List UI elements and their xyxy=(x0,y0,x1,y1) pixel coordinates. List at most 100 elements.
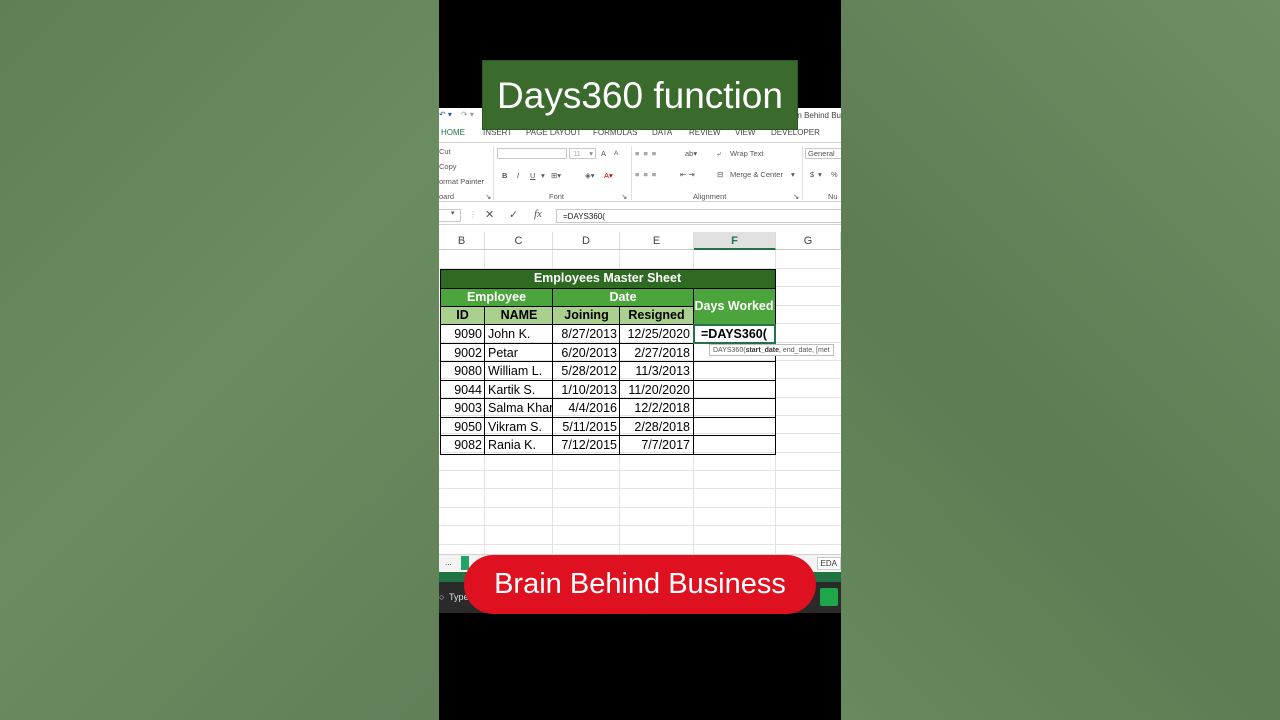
date-group-cell[interactable]: Date xyxy=(553,288,693,306)
number-group-label: Nu xyxy=(828,192,838,201)
name-header-cell[interactable]: NAME xyxy=(485,306,553,324)
column-header-g[interactable]: G xyxy=(776,232,841,250)
clipboard-group-label: oard xyxy=(439,192,455,201)
formula-bar: ▾ ⋮ ✕ ✓ fx =DAYS360( xyxy=(439,207,841,225)
resigned-cell[interactable]: 7/7/2017 xyxy=(620,436,693,454)
redo-icon[interactable]: ↷ ▾ xyxy=(461,110,474,119)
enter-icon[interactable]: ✓ xyxy=(509,208,518,221)
name-cell[interactable]: Salma Khan xyxy=(485,399,553,417)
font-color-icon[interactable]: A▾ xyxy=(604,171,613,180)
sheet-title-cell[interactable]: Employees Master Sheet xyxy=(440,269,775,288)
id-cell[interactable]: 9044 xyxy=(440,381,485,399)
name-cell[interactable]: Kartik S. xyxy=(485,381,553,399)
id-cell[interactable]: 9082 xyxy=(440,436,485,454)
font-launcher-icon[interactable]: ↘ xyxy=(621,192,627,201)
formula-bar-grip-icon: ⋮ xyxy=(469,210,477,219)
cancel-icon[interactable]: ✕ xyxy=(485,208,494,221)
id-cell[interactable]: 9003 xyxy=(440,399,485,417)
joining-cell[interactable]: 5/11/2015 xyxy=(553,418,620,436)
clipboard-launcher-icon[interactable]: ↘ xyxy=(485,192,491,201)
underline-button[interactable]: U xyxy=(530,171,535,180)
joining-cell[interactable]: 5/28/2012 xyxy=(553,362,620,380)
joining-cell[interactable]: 8/27/2013 xyxy=(553,325,620,343)
joining-cell[interactable]: 1/10/2013 xyxy=(553,381,620,399)
undo-icon[interactable]: ↶ ▾ xyxy=(439,110,452,119)
name-cell[interactable]: Rania K. xyxy=(485,436,553,454)
font-group-label: Font xyxy=(549,192,565,201)
fill-color-icon[interactable]: ◈▾ xyxy=(585,171,595,180)
indent-icon[interactable]: ⇤ ⇥ xyxy=(680,170,695,179)
background-left xyxy=(0,0,439,720)
shrink-font-button[interactable]: A xyxy=(614,150,618,157)
days-worked-header-cell[interactable]: Days Worked xyxy=(693,288,775,324)
alignment-group-label: Alignment xyxy=(693,192,727,201)
resigned-cell[interactable]: 2/27/2018 xyxy=(620,344,693,362)
employee-group-cell[interactable]: Employee xyxy=(440,288,553,306)
joining-cell[interactable]: 4/4/2016 xyxy=(553,399,620,417)
resigned-header-cell[interactable]: Resigned xyxy=(620,306,693,324)
channel-brand-pill: Brain Behind Business xyxy=(464,555,816,614)
chevron-down-icon[interactable]: ▾ xyxy=(451,209,455,217)
camtasia-app-icon[interactable] xyxy=(820,588,838,606)
name-cell[interactable]: John K. xyxy=(485,325,553,343)
search-icon[interactable]: ○ xyxy=(439,592,444,602)
resigned-cell[interactable]: 12/2/2018 xyxy=(620,399,693,417)
orientation-icon[interactable]: ab▾ xyxy=(685,149,697,158)
underline-dropdown-icon[interactable]: ▾ xyxy=(541,171,545,180)
font-size-dropdown[interactable]: 11 ▾ xyxy=(569,148,596,159)
merge-dropdown-icon[interactable]: ▾ xyxy=(791,170,795,179)
id-cell[interactable]: 9090 xyxy=(440,325,485,343)
align-top-icon[interactable]: ≡ ≡ ≡ xyxy=(635,149,657,158)
joining-cell[interactable]: 6/20/2013 xyxy=(553,344,620,362)
bold-button[interactable]: B xyxy=(502,171,507,180)
tab-home[interactable]: HOME xyxy=(441,128,465,137)
font-name-dropdown[interactable] xyxy=(497,148,567,159)
tooltip-remaining-args: , end_date, [met xyxy=(779,347,830,354)
tooltip-function-name[interactable]: DAYS360( xyxy=(713,347,746,354)
resigned-cell[interactable]: 12/25/2020 xyxy=(620,325,693,343)
currency-dropdown-icon[interactable]: ▾ xyxy=(818,170,822,179)
ribbon: Cut Copy ormat Painter oard ↘ 11 ▾ A A B… xyxy=(439,142,841,202)
currency-button[interactable]: $ xyxy=(810,170,814,179)
id-cell[interactable]: 9050 xyxy=(440,418,485,436)
column-header-f[interactable]: F xyxy=(694,232,776,250)
merge-center-icon[interactable]: ⊟ xyxy=(717,170,723,179)
resigned-cell[interactable]: 11/20/2020 xyxy=(620,381,693,399)
wrap-text-button[interactable]: Wrap Text xyxy=(730,149,764,158)
percent-button[interactable]: % xyxy=(831,170,838,179)
italic-button[interactable]: I xyxy=(517,171,519,180)
format-painter-button[interactable]: ormat Painter xyxy=(439,177,484,186)
resigned-cell[interactable]: 2/28/2018 xyxy=(620,418,693,436)
align-left-icon[interactable]: ≡ ≡ ≡ xyxy=(635,170,657,179)
tooltip-argument-start-date[interactable]: start_date xyxy=(746,347,779,354)
excel-window: ↶ ▾ ↷ ▾ ain Behind Bu HOME INSERT PAGE L… xyxy=(439,108,841,613)
column-header-b[interactable]: B xyxy=(439,232,485,250)
column-header-c[interactable]: C xyxy=(485,232,553,250)
ribbon-divider xyxy=(802,146,803,200)
name-cell[interactable]: Petar xyxy=(485,344,553,362)
joining-header-cell[interactable]: Joining xyxy=(553,306,620,324)
column-header-e[interactable]: E xyxy=(620,232,694,250)
resigned-cell[interactable]: 11/3/2013 xyxy=(620,362,693,380)
more-sheets-button[interactable]: ... xyxy=(445,558,452,567)
sheet-tab[interactable]: EDA xyxy=(816,557,841,570)
cut-button[interactable]: Cut xyxy=(439,147,451,156)
id-cell[interactable]: 9002 xyxy=(440,344,485,362)
insert-function-icon[interactable]: fx xyxy=(534,208,542,220)
name-cell[interactable]: William L. xyxy=(485,362,553,380)
grow-font-button[interactable]: A xyxy=(601,149,606,158)
id-cell[interactable]: 9080 xyxy=(440,362,485,380)
column-header-d[interactable]: D xyxy=(553,232,620,250)
copy-button[interactable]: Copy xyxy=(439,162,457,171)
formula-input[interactable]: =DAYS360( xyxy=(556,209,841,223)
joining-cell[interactable]: 7/12/2015 xyxy=(553,436,620,454)
name-box[interactable] xyxy=(439,209,461,222)
background-right xyxy=(841,0,1280,720)
id-header-cell[interactable]: ID xyxy=(440,306,485,324)
merge-center-button[interactable]: Merge & Center xyxy=(730,170,783,179)
borders-icon[interactable]: ⊞▾ xyxy=(551,171,561,180)
wrap-text-icon[interactable]: ⤶ xyxy=(717,149,721,159)
number-format-dropdown[interactable]: General xyxy=(805,148,841,159)
name-cell[interactable]: Vikram S. xyxy=(485,418,553,436)
alignment-launcher-icon[interactable]: ↘ xyxy=(793,192,799,201)
